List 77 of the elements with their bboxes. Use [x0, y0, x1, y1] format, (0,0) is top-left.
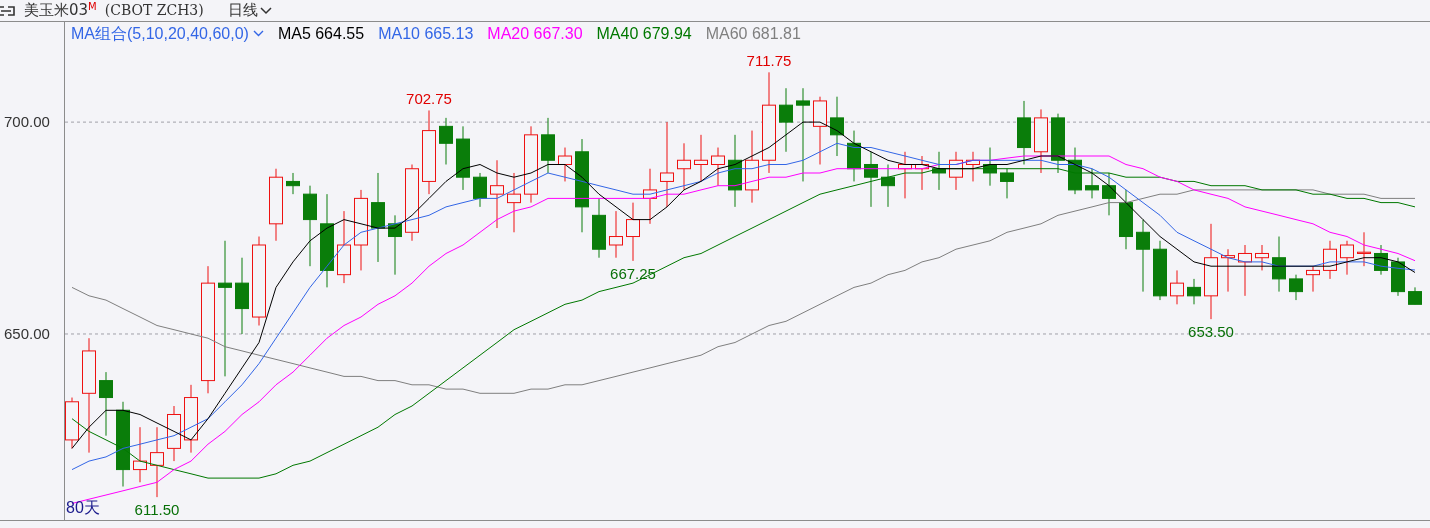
- candlestick: [65, 397, 79, 449]
- candlestick: [592, 197, 606, 259]
- price-annotation: 711.75: [746, 52, 792, 70]
- legend-item: MA60 681.81: [705, 23, 801, 44]
- candlestick: [167, 405, 181, 462]
- candlestick: [558, 147, 572, 182]
- candlestick: [694, 134, 708, 182]
- candlestick: [456, 125, 470, 191]
- candlestick: [881, 164, 895, 208]
- candlestick: [1391, 257, 1405, 297]
- candlestick: [439, 117, 453, 165]
- candlestick: [1068, 147, 1082, 195]
- candlestick: [626, 202, 640, 262]
- legend-item: MA40 679.94: [596, 23, 692, 44]
- candlestick: [184, 384, 198, 454]
- candlestick: [388, 214, 402, 276]
- candlestick: [1034, 108, 1048, 174]
- candlestick: [507, 172, 521, 233]
- chevron-down-icon: [252, 30, 264, 37]
- candlestick: [541, 117, 555, 174]
- candlestick: [1102, 172, 1116, 216]
- candlestick: [983, 147, 997, 187]
- indicator-dropdown[interactable]: MA组合(5,10,20,40,60,0): [71, 21, 264, 46]
- candlestick: [1289, 274, 1303, 301]
- candlestick: [813, 96, 827, 165]
- candlestick: [966, 151, 980, 182]
- candlestick: [609, 210, 623, 259]
- candlestick: [864, 151, 878, 208]
- candlestick: [1119, 189, 1133, 250]
- candlestick: [1000, 168, 1014, 199]
- legend-item: MA5 664.55: [277, 23, 365, 44]
- candlestick: [1238, 244, 1252, 297]
- candlestick: [1255, 244, 1269, 271]
- candlestick: [1323, 240, 1337, 280]
- price-annotation: 611.50: [134, 501, 180, 519]
- candlestick: [898, 151, 912, 199]
- candlestick: [1374, 244, 1388, 276]
- candlestick: [473, 172, 487, 208]
- candlestick: [830, 96, 844, 157]
- candlestick: [1272, 236, 1286, 293]
- price-annotation: 667.25: [610, 264, 656, 282]
- candlestick: [1340, 240, 1354, 276]
- candlestick: [1357, 231, 1371, 267]
- candlestick: [915, 155, 929, 191]
- price-annotation: 702.75: [406, 90, 452, 108]
- candlestick: [150, 426, 164, 498]
- candlestick: [1221, 248, 1235, 293]
- y-axis-label: 650.00: [4, 325, 50, 341]
- link-icon[interactable]: [0, 5, 16, 16]
- range-label: 80天: [66, 500, 100, 516]
- legend-item: MA10 665.13: [378, 23, 474, 44]
- candlestick: [1170, 269, 1184, 305]
- candlestick: [1017, 100, 1031, 165]
- candlestick: [643, 168, 657, 225]
- legend-item: MA20 667.30: [487, 23, 583, 44]
- candlestick: [1153, 240, 1167, 301]
- candlestick: [932, 151, 946, 191]
- candlestick: [490, 159, 504, 229]
- candlestick: [1085, 168, 1099, 199]
- candlestick: [99, 371, 113, 437]
- instrument-name: 美玉米03$^{M}$: [24, 0, 97, 22]
- candlestick: [1187, 278, 1201, 305]
- candlestick: [133, 426, 147, 483]
- chevron-down-icon: [259, 6, 272, 15]
- period-dropdown[interactable]: 日线: [227, 0, 272, 22]
- candlestick: [286, 172, 300, 195]
- y-axis-label: 700.00: [4, 114, 50, 130]
- instrument-code: (CBOT ZCH3): [104, 1, 204, 20]
- candlestick: [949, 151, 963, 191]
- price-annotation: 653.50: [1188, 323, 1234, 341]
- candlestick: [711, 147, 725, 187]
- candlestick: [677, 142, 691, 191]
- candlestick: [779, 87, 793, 153]
- candlestick: [1306, 265, 1320, 293]
- candlestick: [847, 130, 861, 182]
- candlestick: [1051, 113, 1065, 174]
- candlestick: [1408, 286, 1422, 305]
